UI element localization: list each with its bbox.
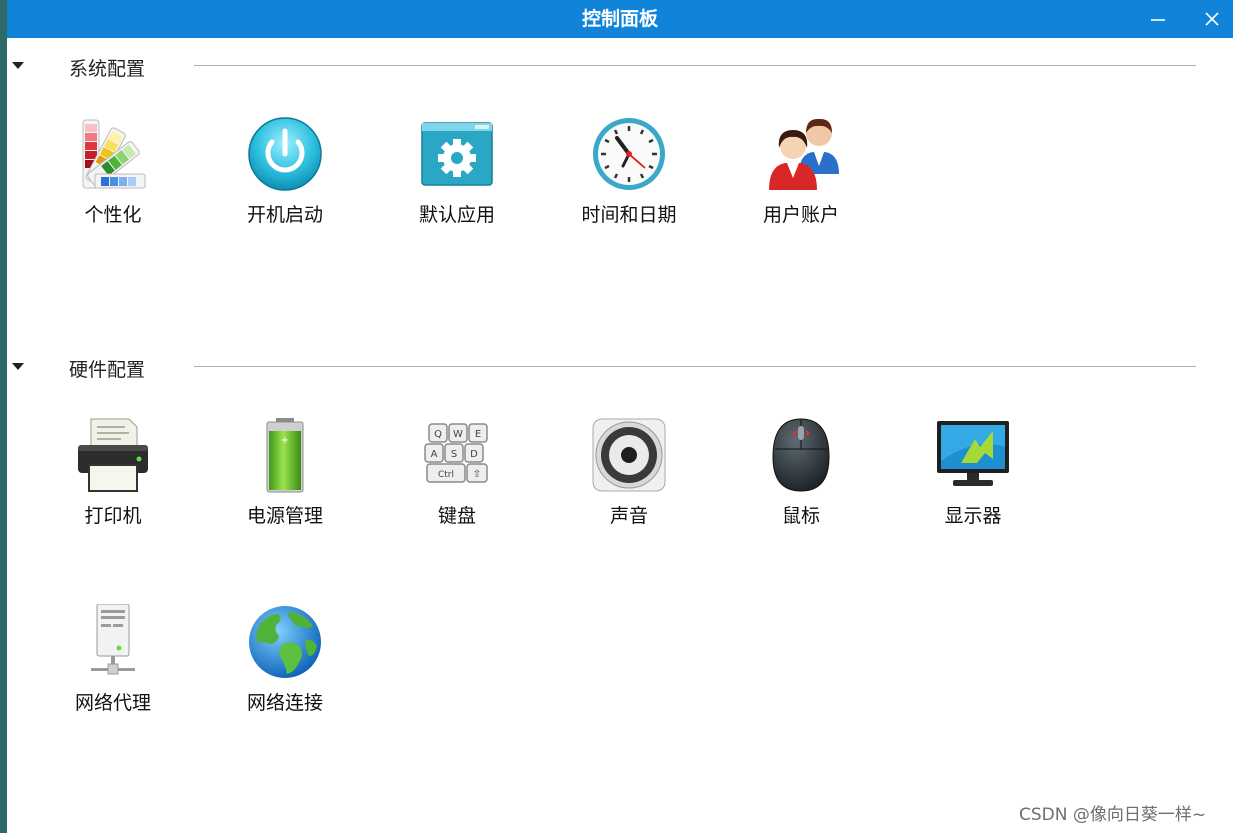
collapse-arrow-icon[interactable] [12, 363, 24, 370]
minimize-button[interactable] [1143, 4, 1173, 34]
item-startup[interactable]: 开机启动 [210, 116, 360, 228]
section-header-hardware[interactable]: 硬件配置 [7, 353, 1233, 381]
key-ctrl: Ctrl [438, 470, 454, 480]
close-icon [1205, 12, 1219, 26]
control-panel-window: 控制面板 系统配置 个性化 开机启动 默认应用 时间和日期 用户账户 硬件配置 … [7, 0, 1233, 833]
item-label: 网络代理 [74, 692, 151, 714]
watermark: CSDN @像向日葵一样~ [1019, 805, 1207, 825]
item-label: 鼠标 [781, 505, 820, 527]
item-default-apps[interactable]: 默认应用 [382, 116, 532, 228]
proxy-server-icon [91, 604, 135, 675]
speaker-icon [592, 418, 666, 492]
users-icon [769, 118, 839, 190]
key-e: E [475, 429, 481, 440]
key-d: D [470, 449, 478, 460]
key-a: A [431, 449, 438, 460]
item-label: 键盘 [437, 505, 476, 527]
item-label: 显示器 [944, 505, 1002, 527]
item-display[interactable]: 显示器 [898, 417, 1048, 529]
section-divider [194, 366, 1196, 367]
color-palette-icon [82, 119, 146, 189]
key-s: S [451, 449, 457, 460]
collapse-arrow-icon[interactable] [12, 62, 24, 69]
key-shift: ⇧ [473, 469, 481, 480]
item-network-proxy[interactable]: 网络代理 [38, 604, 188, 716]
section-header-system[interactable]: 系统配置 [7, 52, 1233, 80]
monitor-icon [937, 421, 1009, 486]
item-label: 网络连接 [246, 692, 323, 714]
item-personalization[interactable]: 个性化 [38, 116, 188, 228]
svg-text:+: + [281, 435, 289, 446]
window-title: 控制面板 [581, 8, 658, 30]
app-gear-icon [421, 122, 493, 186]
item-keyboard[interactable]: Q W E A S D Ctrl ⇧ 键盘 [382, 417, 532, 529]
power-icon [248, 117, 322, 191]
item-date-time[interactable]: 时间和日期 [554, 116, 704, 228]
item-label: 声音 [609, 505, 648, 527]
battery-icon: + [266, 418, 304, 493]
mouse-icon [772, 418, 830, 492]
key-q: Q [434, 429, 442, 440]
item-label: 默认应用 [418, 204, 495, 226]
printer-icon [78, 418, 148, 492]
section-title: 硬件配置 [69, 359, 146, 381]
item-user-accounts[interactable]: 用户账户 [726, 116, 876, 228]
section-divider [194, 65, 1196, 66]
title-bar[interactable]: 控制面板 [7, 0, 1233, 38]
item-label: 用户账户 [762, 204, 839, 226]
item-mouse[interactable]: 鼠标 [726, 417, 876, 529]
close-button[interactable] [1197, 4, 1227, 34]
key-w: W [453, 429, 463, 440]
item-network-connection[interactable]: 网络连接 [210, 604, 360, 716]
item-printer[interactable]: 打印机 [38, 417, 188, 529]
item-power-management[interactable]: + 电源管理 [210, 417, 360, 529]
globe-icon [249, 606, 321, 678]
minimize-icon [1151, 19, 1165, 21]
item-label: 时间和日期 [581, 204, 677, 226]
item-label: 个性化 [84, 204, 142, 226]
clock-icon [593, 118, 665, 190]
item-sound[interactable]: 声音 [554, 417, 704, 529]
item-label: 开机启动 [246, 204, 323, 226]
item-label: 电源管理 [246, 505, 323, 527]
section-title: 系统配置 [69, 58, 146, 80]
keyboard-icon: Q W E A S D Ctrl ⇧ [424, 423, 488, 483]
item-label: 打印机 [84, 505, 142, 527]
